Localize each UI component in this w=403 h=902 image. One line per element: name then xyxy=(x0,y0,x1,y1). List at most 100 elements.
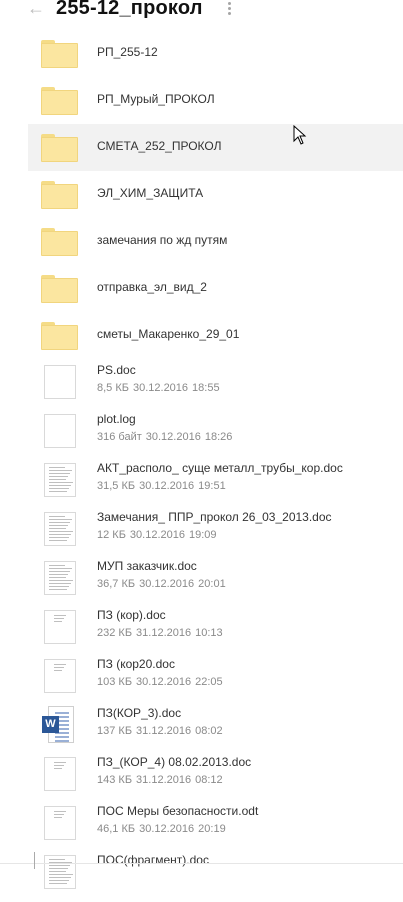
file-name: ПЗ (кор20.doc xyxy=(97,657,175,671)
file-row[interactable]: ПЗ_(КОР_4) 08.02.2013.doc 143 КБ 31.12.201… xyxy=(28,755,403,804)
arrow-left-icon[interactable]: ← xyxy=(27,0,45,17)
file-time: 19:09 xyxy=(188,529,217,541)
document-thumbnail-icon xyxy=(44,414,76,448)
folder-row[interactable]: РП_255-12 xyxy=(28,30,403,77)
document-thumbnail-icon xyxy=(44,806,76,840)
folder-name: сметы_Макаренко_29_01 xyxy=(97,327,240,341)
divider xyxy=(0,863,403,864)
folder-icon xyxy=(41,228,78,256)
file-meta: 12 КБ 30.12.2016 19:09 xyxy=(97,529,221,541)
file-date: 30.12.2016 xyxy=(139,480,195,492)
file-meta xyxy=(97,872,109,884)
folder-icon xyxy=(41,40,78,68)
file-name: plot.log xyxy=(97,412,136,426)
page-title: 255-12_прокол xyxy=(56,0,203,19)
file-row[interactable]: ПОС Меры безопасности.odt 46,1 КБ 30.12.20… xyxy=(28,804,403,853)
folder-name: отправка_эл_вид_2 xyxy=(97,280,207,294)
folder-name: ЭЛ_ХИМ_ЗАЩИТА xyxy=(97,186,204,200)
file-size: 8,5 КБ xyxy=(97,382,129,394)
folder-icon xyxy=(41,134,78,162)
document-thumbnail-icon xyxy=(44,463,76,497)
file-meta: 103 КБ 30.12.2016 22:05 xyxy=(97,676,227,688)
folder-row[interactable]: СМЕТА_252_ПРОКОЛ xyxy=(28,124,403,171)
file-size: 137 КБ xyxy=(97,725,133,737)
file-meta: 232 КБ 31.12.2016 10:13 xyxy=(97,627,227,639)
folder-name: замечания по жд путям xyxy=(97,233,228,247)
document-thumbnail-icon xyxy=(44,365,76,399)
file-meta: 143 КБ 31.12.2016 08:12 xyxy=(97,774,227,786)
file-time: 08:02 xyxy=(195,725,223,737)
file-name: ПОС(фрагмент).doc xyxy=(97,853,209,867)
file-size: 232 КБ xyxy=(97,627,133,639)
file-date: 30.12.2016 xyxy=(129,529,185,541)
document-thumbnail-icon xyxy=(44,610,76,644)
file-date: 31.12.2016 xyxy=(136,627,192,639)
mouse-cursor-icon xyxy=(293,125,307,145)
word-document-icon: W xyxy=(42,706,74,743)
file-name: PS.doc xyxy=(97,363,136,377)
folder-icon xyxy=(41,275,78,303)
file-name: ПЗ_(КОР_4) 08.02.2013.doc xyxy=(97,755,252,769)
file-time: 18:26 xyxy=(204,431,233,443)
file-row[interactable]: ПЗ (кор20.doc 103 КБ 30.12.2016 22:05 xyxy=(28,657,403,706)
file-size: 143 КБ xyxy=(97,774,133,786)
file-time: 22:05 xyxy=(195,676,223,688)
file-time: 19:51 xyxy=(198,480,226,492)
file-date: 30.12.2016 xyxy=(145,431,201,443)
folder-name: РП_255-12 xyxy=(97,45,158,59)
file-row[interactable]: ПЗ (кор).doc 232 КБ 31.12.2016 10:13 xyxy=(28,608,403,657)
document-thumbnail-icon xyxy=(44,855,76,889)
file-meta: 31,5 КБ 30.12.2016 19:51 xyxy=(97,480,230,492)
file-size: 12 КБ xyxy=(97,529,126,541)
file-date: 30.12.2016 xyxy=(139,823,195,835)
folder-icon xyxy=(41,87,78,115)
folder-row[interactable]: сметы_Макаренко_29_01 xyxy=(28,312,403,359)
file-row[interactable]: PS.doc 8,5 КБ 30.12.2016 18:55 xyxy=(28,363,403,412)
file-size: 316 байт xyxy=(97,431,142,443)
document-thumbnail-icon xyxy=(44,659,76,693)
file-row[interactable]: МУП заказчик.doc 36,7 КБ 30.12.2016 20:01 xyxy=(28,559,403,608)
file-time: 10:13 xyxy=(195,627,223,639)
folder-name: СМЕТА_252_ПРОКОЛ xyxy=(97,139,222,153)
file-size: 36,7 КБ xyxy=(97,578,136,590)
file-meta: 316 байт 30.12.2016 18:26 xyxy=(97,431,236,443)
file-name: МУП заказчик.doc xyxy=(97,559,197,573)
file-size: 103 КБ xyxy=(97,676,133,688)
file-date: 30.12.2016 xyxy=(139,578,195,590)
folder-row[interactable]: замечания по жд путям xyxy=(28,218,403,265)
file-size: 31,5 КБ xyxy=(97,480,136,492)
file-row[interactable]: W ПЗ(КОР_3).doc 137 КБ 31.12.2016 08:02 xyxy=(28,706,403,755)
file-date: 31.12.2016 xyxy=(136,774,192,786)
file-time: 20:19 xyxy=(198,823,226,835)
file-time: 20:01 xyxy=(198,578,226,590)
file-date: 30.12.2016 xyxy=(136,676,192,688)
divider xyxy=(34,852,35,869)
file-meta: 36,7 КБ 30.12.2016 20:01 xyxy=(97,578,230,590)
file-name: ПЗ (кор).doc xyxy=(97,608,166,622)
file-row[interactable]: АКТ_располо_ суще металл_трубы_кор.doc 31… xyxy=(28,461,403,510)
file-time: 18:55 xyxy=(192,382,220,394)
more-vertical-icon[interactable] xyxy=(226,0,232,18)
document-thumbnail-icon xyxy=(44,512,76,546)
folder-row[interactable]: отправка_эл_вид_2 xyxy=(28,265,403,312)
file-name: Замечания_ ППР_прокол 26_03_2013.doc xyxy=(97,510,332,524)
folder-name: РП_Мурый_ПРОКОЛ xyxy=(97,92,215,106)
header: ← 255-12_прокол xyxy=(0,0,403,22)
file-date: 31.12.2016 xyxy=(136,725,192,737)
file-size: 46,1 КБ xyxy=(97,823,136,835)
file-row[interactable]: ПОС(фрагмент).doc xyxy=(28,853,403,902)
file-row[interactable]: Замечания_ ППР_прокол 26_03_2013.doc 12 К… xyxy=(28,510,403,559)
folder-row[interactable]: ЭЛ_ХИМ_ЗАЩИТА xyxy=(28,171,403,218)
file-meta: 8,5 КБ 30.12.2016 18:55 xyxy=(97,382,224,394)
file-date: 30.12.2016 xyxy=(132,382,189,394)
file-time: 08:12 xyxy=(195,774,223,786)
folder-icon xyxy=(41,322,78,350)
document-thumbnail-icon xyxy=(44,757,76,791)
document-thumbnail-icon xyxy=(44,561,76,595)
file-meta: 137 КБ 31.12.2016 08:02 xyxy=(97,725,227,737)
file-name: ПЗ(КОР_3).doc xyxy=(97,706,182,720)
folder-row[interactable]: РП_Мурый_ПРОКОЛ xyxy=(28,77,403,124)
folder-icon xyxy=(41,181,78,209)
file-meta: 46,1 КБ 30.12.2016 20:19 xyxy=(97,823,230,835)
file-row[interactable]: plot.log 316 байт 30.12.2016 18:26 xyxy=(28,412,403,461)
